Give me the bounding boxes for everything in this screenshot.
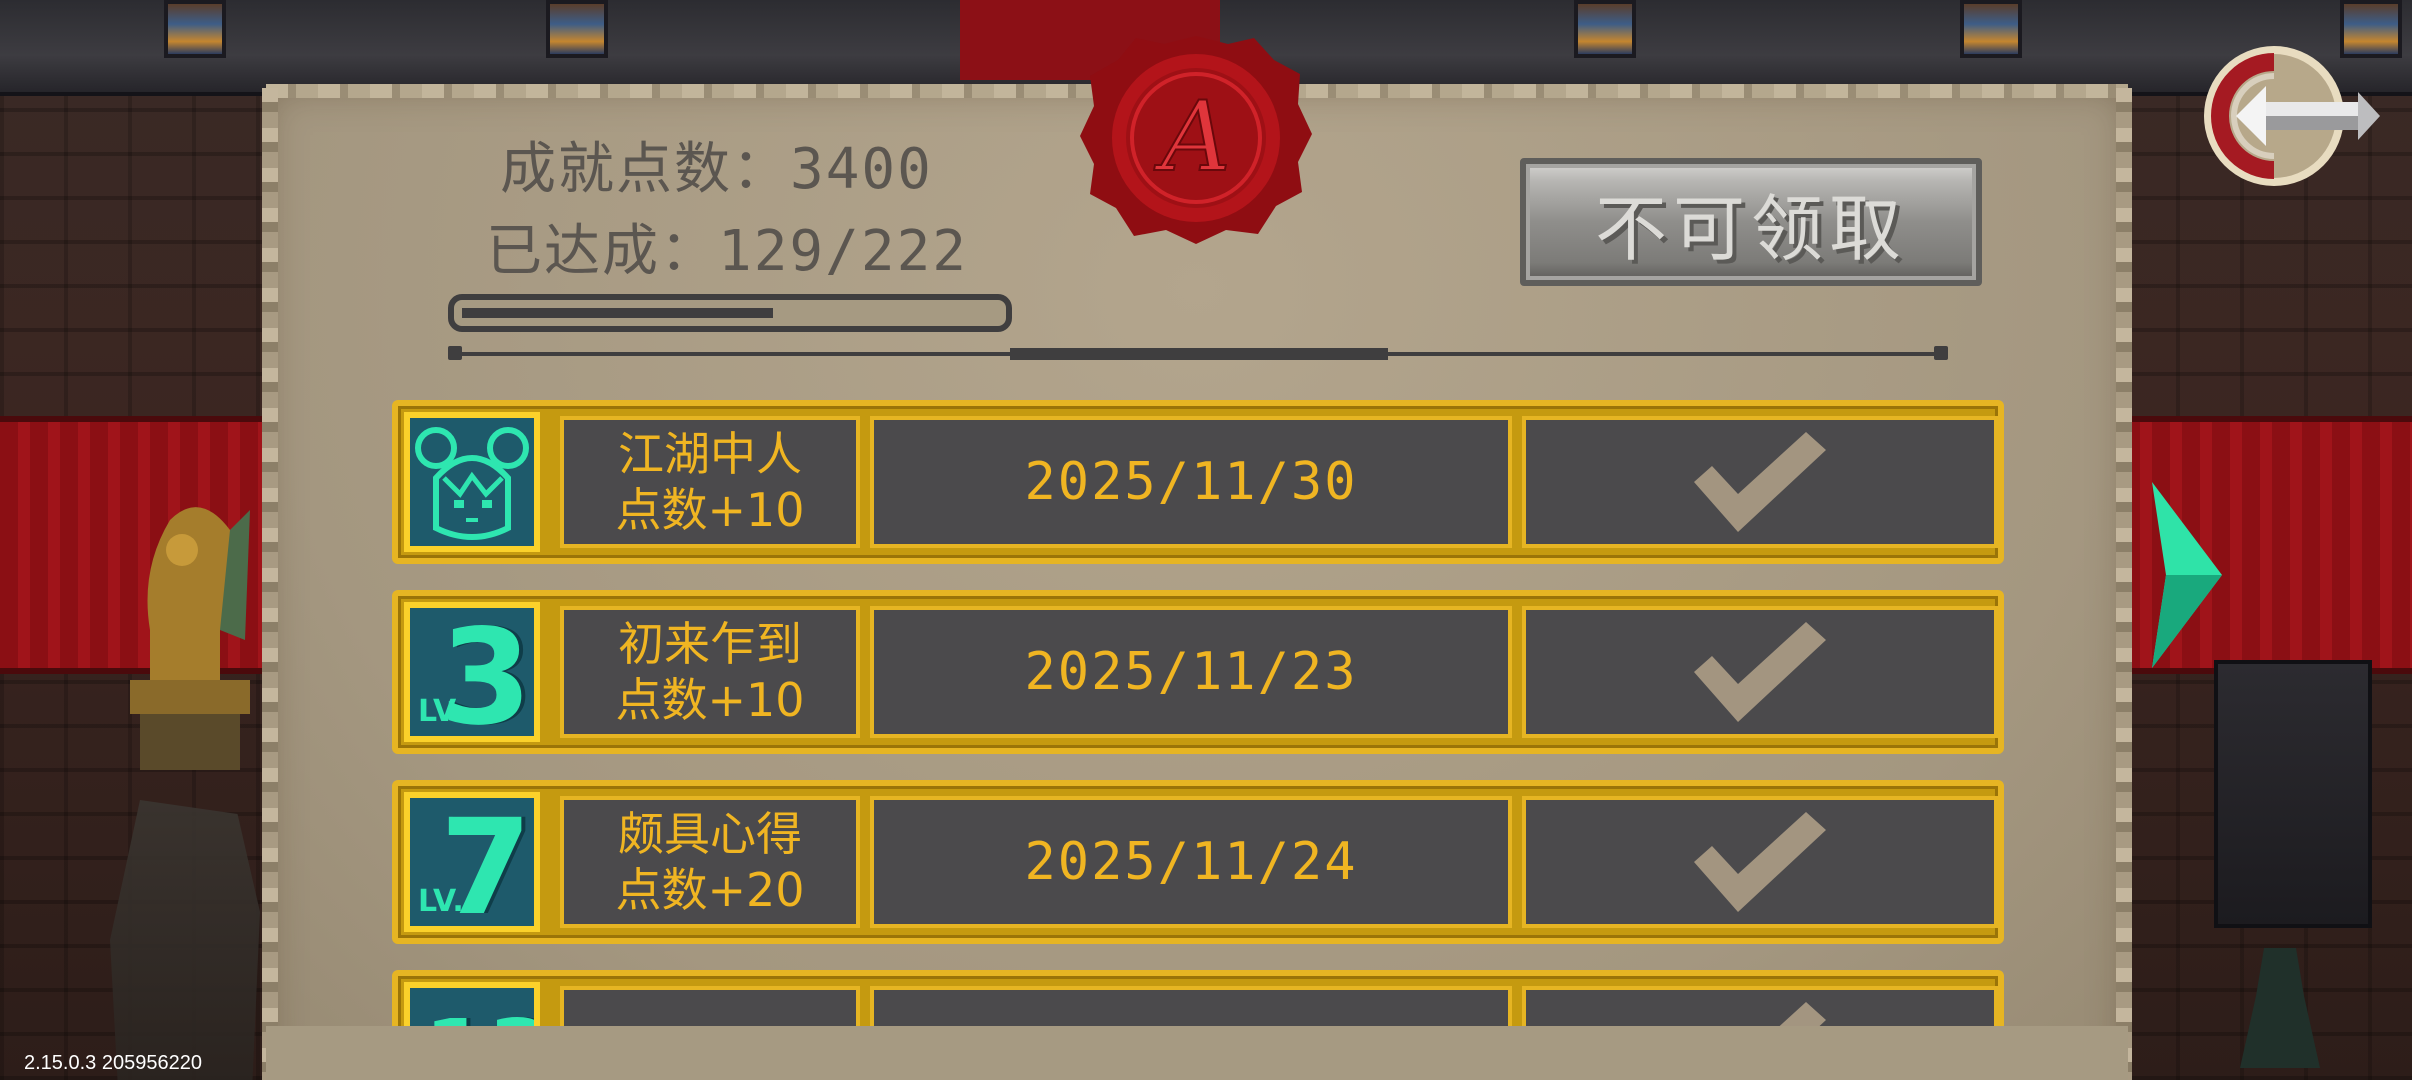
stone-pedestal [2214, 660, 2372, 928]
achievement-date-cell: 2025/11/24 [870, 796, 1512, 928]
achievement-progress-text: 已达成：129/222 [486, 219, 969, 284]
wax-seal-icon: A [1080, 36, 1312, 244]
game-scene: 成就点数：3400 已达成：129/222 A 不可领取 江湖中人 点数+10 … [0, 0, 2412, 1080]
back-button[interactable] [2196, 36, 2380, 196]
achievement-name-cell: 初来乍到 点数+10 [560, 606, 860, 738]
next-page-arrow-icon[interactable] [2152, 482, 2222, 668]
achievement-progress-bar [448, 294, 1012, 332]
claim-button-label: 不可领取 [1594, 186, 1907, 271]
achievement-status-cell [1522, 606, 1998, 738]
achievement-status-cell [1522, 416, 1998, 548]
list-scroll-thumb[interactable] [1010, 348, 1388, 360]
level-prefix: LV. [418, 884, 464, 919]
achievement-date: 2025/11/23 [1024, 642, 1358, 702]
seal-letter: A [1153, 81, 1230, 193]
stained-glass-window [1960, 0, 2022, 58]
parchment-bottom [266, 1026, 2128, 1080]
scroll-track-end [1934, 346, 1948, 360]
progress-bar-fill [462, 308, 773, 318]
achievement-name-cell: 江湖中人 点数+10 [560, 416, 860, 548]
achievement-date: 2025/11/30 [1024, 452, 1358, 512]
parchment-torn-edge [262, 88, 278, 1080]
level-badge-icon: 3 LV. [404, 602, 540, 742]
achievement-name-cell: 战术达人 [560, 986, 860, 1026]
achievement-row[interactable]: 江湖中人 点数+10 2025/11/30 [392, 400, 2004, 564]
achievement-points-reward: 点数+20 [615, 863, 805, 917]
achievement-points-reward: 点数+10 [615, 673, 805, 727]
achievement-name: 初来乍到 [618, 617, 802, 671]
checkmark-icon [1694, 812, 1826, 912]
achievement-date: 2025/11/24 [1024, 832, 1358, 892]
achievement-name: 江湖中人 [618, 427, 802, 481]
level-prefix: LV. [418, 694, 464, 729]
achievement-status-cell [1522, 796, 1998, 928]
dark-statue [110, 800, 260, 1080]
level-badge-icon: 13LV. [404, 982, 540, 1026]
achievement-date-cell [870, 986, 1512, 1026]
girl-portrait-icon [404, 412, 540, 552]
scroll-track-end [448, 346, 462, 360]
parchment-torn-edge [2116, 88, 2132, 1080]
achievement-date-cell: 2025/11/30 [870, 416, 1512, 548]
stained-glass-window [1574, 0, 1636, 58]
achievement-name-cell: 颇具心得 点数+20 [560, 796, 860, 928]
stained-glass-window [164, 0, 226, 58]
achievement-status-cell [1522, 986, 1998, 1026]
level-number: 13 [424, 1008, 534, 1027]
achievement-points: 成就点数：3400 [500, 137, 933, 202]
checkmark-icon [1694, 432, 1826, 532]
achievement-list[interactable]: 江湖中人 点数+10 2025/11/30 3 LV. 初来乍到 点数+10 2025/11/… [392, 400, 2004, 1026]
achievement-row[interactable]: 13LV. 战术达人 [392, 970, 2004, 1026]
golden-bust-statue [130, 507, 250, 770]
checkmark-icon [1694, 622, 1826, 722]
achievement-points-reward: 点数+10 [615, 483, 805, 537]
checkmark-icon [1779, 1002, 1826, 1026]
achievement-date-cell: 2025/11/23 [870, 606, 1512, 738]
achievement-row[interactable]: 3 LV. 初来乍到 点数+10 2025/11/23 [392, 590, 2004, 754]
level-badge-icon: 7 LV. [404, 792, 540, 932]
stained-glass-window [546, 0, 608, 58]
version-label: 2.15.0.3 205956220 [24, 1052, 202, 1074]
achievement-row[interactable]: 7 LV. 颇具心得 点数+20 2025/11/24 [392, 780, 2004, 944]
achievement-name: 颇具心得 [618, 807, 802, 861]
claim-reward-button[interactable]: 不可领取 [1520, 158, 1982, 286]
